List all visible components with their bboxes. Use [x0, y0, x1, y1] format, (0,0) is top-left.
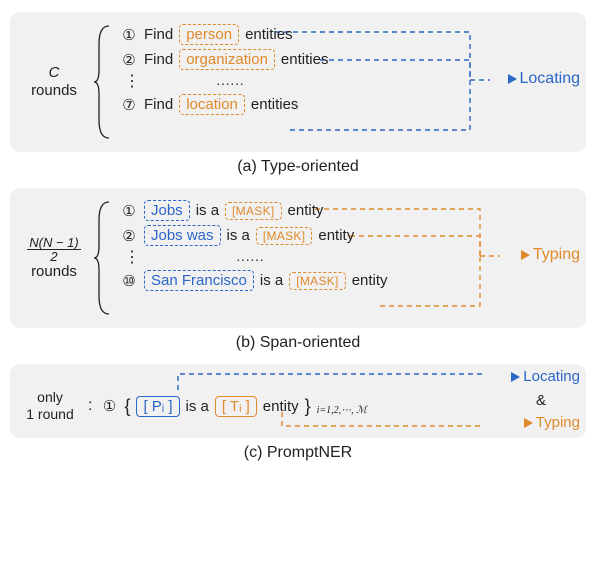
arrow-right-icon	[508, 74, 517, 84]
num-1c: ①	[100, 397, 118, 415]
find-text: Find	[144, 26, 173, 43]
find-text: Find	[144, 96, 173, 113]
span-jobs-was: Jobs was	[144, 225, 221, 246]
entities-text: entities	[281, 51, 329, 68]
line-b-dots: ⋮ ……	[120, 250, 388, 266]
lines-a: ① Find person entities ② Find organizati…	[120, 24, 328, 140]
rounds-text-a: rounds	[20, 82, 88, 100]
line-a-2: ② Find organization entities	[120, 49, 328, 70]
num-10b: ⑩	[120, 272, 138, 290]
rounds-label-a: C rounds	[20, 24, 88, 140]
caption-b: (b) Span-oriented	[10, 334, 586, 352]
panel-type-oriented: C rounds ① Find person entities ② Find o…	[10, 12, 586, 152]
line-a-1: ① Find person entities	[120, 24, 328, 45]
line-b-1: ① Jobs is a [MASK] entity	[120, 200, 388, 221]
fraction-n: N(N − 1) 2	[20, 236, 88, 263]
arrow-right-icon	[521, 250, 530, 260]
num-1b: ①	[120, 202, 138, 220]
subscript-text: i=1,2,⋯, ℳ	[317, 405, 367, 416]
entity-c: entity	[263, 398, 299, 415]
locating-c-label: Locating	[523, 368, 580, 385]
entity-type-person: person	[179, 24, 239, 45]
isa-text: is a	[196, 202, 219, 219]
entity-text: entity	[318, 227, 354, 244]
arrow-right-icon	[511, 372, 520, 382]
num-2: ②	[120, 51, 138, 69]
typing-c-label: Typing	[536, 414, 580, 431]
caption-c: (c) PromptNER	[10, 444, 586, 462]
num-7: ⑦	[120, 96, 138, 114]
entity-text: entity	[352, 272, 388, 289]
line-a-dots: ⋮ ……	[120, 74, 328, 90]
rounds-label-c: only 1 round	[20, 389, 80, 423]
locating-label: Locating	[520, 70, 581, 88]
panel-promptner: only 1 round : ① { [ Pᵢ ] is a [ Tᵢ ] en…	[10, 364, 586, 438]
rounds-text-b: rounds	[20, 263, 88, 281]
rbrace: }	[305, 396, 311, 417]
entity-type-location: location	[179, 94, 245, 115]
entities-text: entities	[245, 26, 293, 43]
one-round-text: 1 round	[26, 406, 73, 422]
span-jobs: Jobs	[144, 200, 190, 221]
subscript-set: i=1,2,⋯, ℳ	[317, 405, 367, 416]
hdots: ……	[216, 74, 244, 90]
num-1: ①	[120, 26, 138, 44]
mask-token: [MASK]	[225, 202, 281, 220]
mask-token: [MASK]	[289, 272, 345, 290]
mask-token: [MASK]	[256, 227, 312, 245]
line-c: ① { [ Pᵢ ] is a [ Tᵢ ] entity } i=1,2,⋯, …	[100, 396, 366, 417]
vdots-icon: ⋮	[120, 255, 144, 261]
find-text: Find	[144, 51, 173, 68]
frac-num: N(N − 1)	[27, 236, 80, 250]
line-a-7: ⑦ Find location entities	[120, 94, 328, 115]
entity-text: entity	[288, 202, 324, 219]
rounds-label-b: N(N − 1) 2 rounds	[20, 200, 88, 316]
left-brace-b	[94, 200, 114, 316]
result-locating-c: Locating	[511, 368, 580, 385]
caption-a: (a) Type-oriented	[10, 158, 586, 176]
only-text: only	[37, 389, 63, 405]
entities-text: entities	[251, 96, 299, 113]
rounds-c: C	[20, 64, 88, 82]
result-typing-c: Typing	[524, 414, 580, 431]
frac-den: 2	[48, 250, 59, 263]
colon: :	[88, 397, 92, 415]
isa-c: is a	[186, 398, 209, 415]
line-b-2: ② Jobs was is a [MASK] entity	[120, 225, 388, 246]
line-b-10: ⑩ San Francisco is a [MASK] entity	[120, 270, 388, 291]
left-brace-a	[94, 24, 114, 140]
result-locating-a: Locating	[508, 70, 581, 88]
span-san-francisco: San Francisco	[144, 270, 254, 291]
isa-text: is a	[260, 272, 283, 289]
arrow-right-icon	[524, 418, 533, 428]
amp-c: &	[536, 392, 546, 409]
t-slot: [ Tᵢ ]	[215, 396, 257, 417]
entity-type-organization: organization	[179, 49, 275, 70]
p-slot: [ Pᵢ ]	[136, 396, 179, 417]
vdots-icon: ⋮	[120, 79, 144, 85]
num-2b: ②	[120, 227, 138, 245]
typing-label: Typing	[533, 246, 580, 264]
lines-b: ① Jobs is a [MASK] entity ② Jobs was is …	[120, 200, 388, 316]
lbrace: {	[124, 396, 130, 417]
hdots-b: ……	[236, 250, 264, 266]
isa-text: is a	[227, 227, 250, 244]
result-typing-b: Typing	[521, 246, 580, 264]
panel-span-oriented: N(N − 1) 2 rounds ① Jobs is a [MASK] ent…	[10, 188, 586, 328]
